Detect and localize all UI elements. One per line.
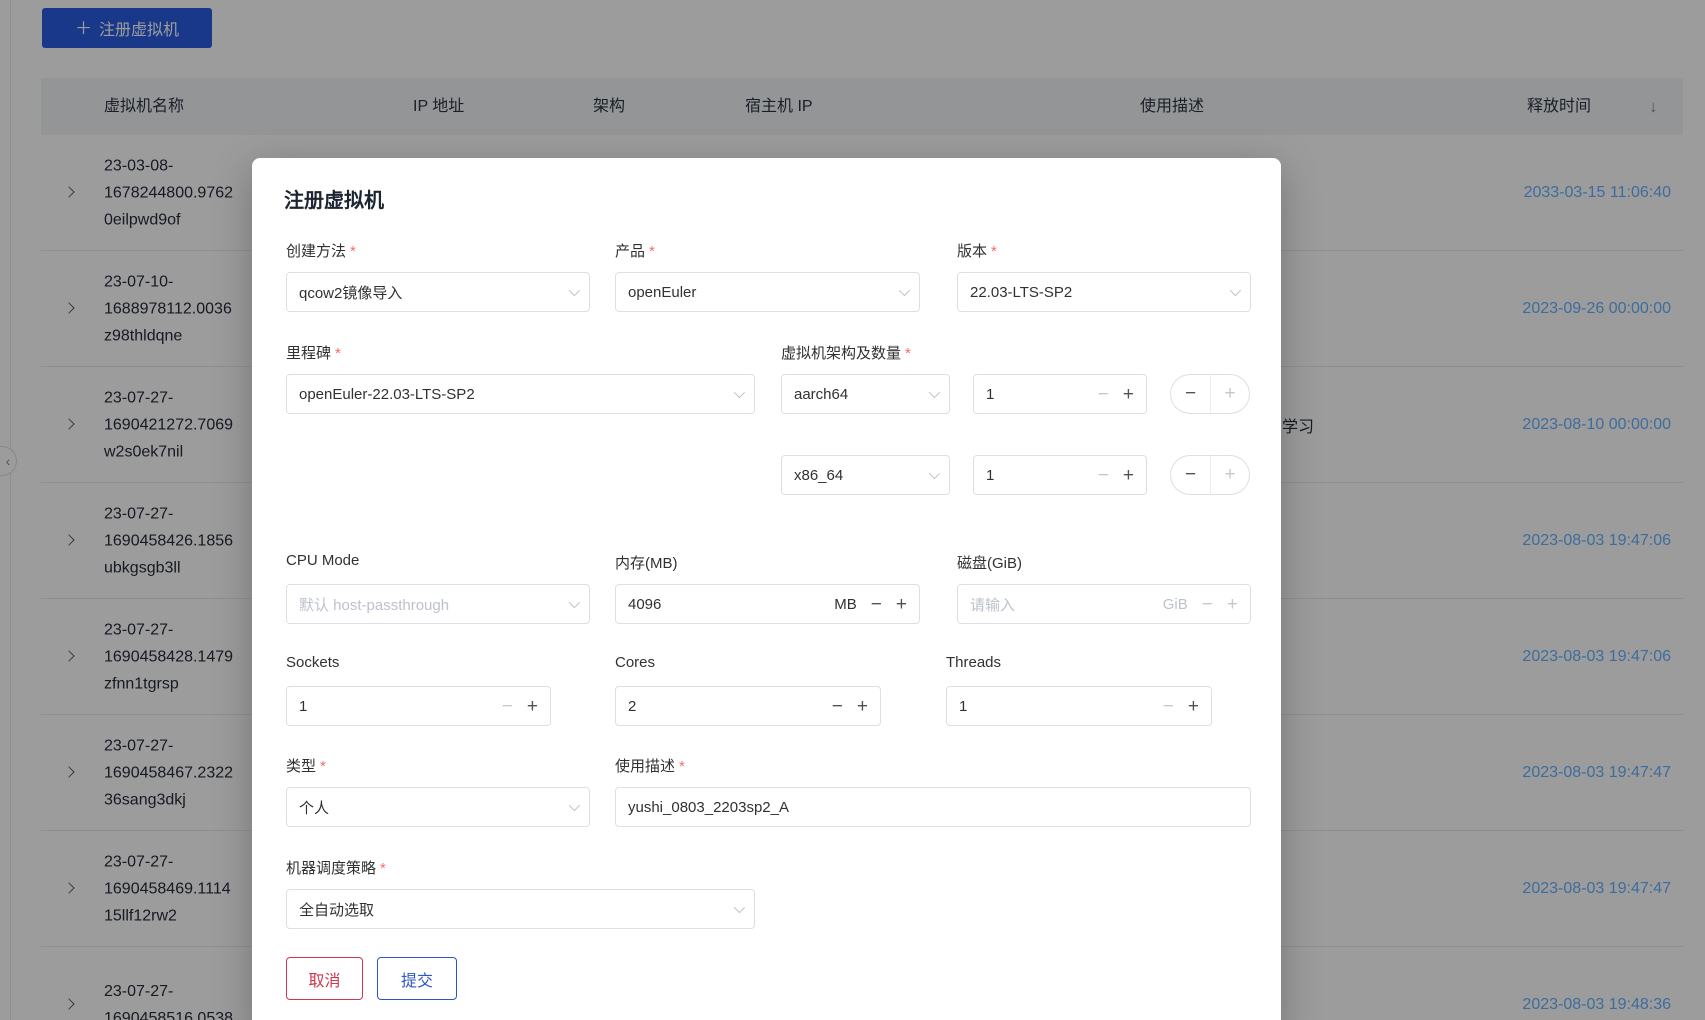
milestone-select[interactable]: openEuler-22.03-LTS-SP2 — [286, 374, 755, 414]
disk-unit: GiB — [1162, 595, 1188, 613]
arch-select-1[interactable]: aarch64 — [781, 374, 950, 414]
chevron-down-icon — [568, 596, 581, 609]
arch-row-buttons: − + — [1170, 374, 1250, 414]
arch-count-input-2[interactable]: 1 − + — [973, 455, 1147, 495]
increase-icon[interactable]: + — [857, 697, 868, 716]
create-method-select[interactable]: qcow2镜像导入 — [286, 272, 590, 312]
chevron-down-icon — [928, 386, 941, 399]
cores-input[interactable]: 2 − + — [615, 686, 881, 726]
add-arch-row-button[interactable]: + — [1210, 455, 1250, 495]
field-version: 版本 * 22.03-LTS-SP2 — [957, 240, 1251, 312]
decrease-icon[interactable]: − — [502, 697, 513, 716]
field-label: Sockets — [286, 654, 340, 671]
sockets-input[interactable]: 1 − + — [286, 686, 551, 726]
field-cpu-mode: CPU Mode 默认 host-passthrough — [286, 552, 590, 624]
chevron-down-icon — [733, 901, 746, 914]
field-product: 产品 * openEuler — [615, 240, 920, 312]
chevron-down-icon — [568, 799, 581, 812]
decrease-icon[interactable]: − — [871, 595, 882, 614]
field-cores: Cores 2 − + — [615, 654, 881, 726]
required-mark: * — [649, 243, 655, 260]
decrease-icon[interactable]: − — [1202, 595, 1213, 614]
field-milestone: 里程碑 * openEuler-22.03-LTS-SP2 — [286, 342, 755, 414]
chevron-down-icon — [568, 284, 581, 297]
decrease-icon[interactable]: − — [1098, 466, 1109, 485]
schedule-policy-select[interactable]: 全自动选取 — [286, 889, 755, 929]
increase-icon[interactable]: + — [1188, 697, 1199, 716]
field-description: 使用描述 * yushi_0803_2203sp2_A — [615, 755, 1251, 827]
increase-icon[interactable]: + — [527, 697, 538, 716]
arch-select-2[interactable]: x86_64 — [781, 455, 950, 495]
remove-arch-row-button[interactable]: − — [1170, 455, 1210, 495]
field-label: CPU Mode — [286, 552, 360, 569]
cancel-button[interactable]: 取消 — [286, 957, 363, 1000]
field-label: Threads — [946, 654, 1002, 671]
increase-icon[interactable]: + — [1123, 466, 1134, 485]
field-label: 使用描述 — [615, 758, 676, 775]
cpu-mode-select[interactable]: 默认 host-passthrough — [286, 584, 590, 624]
field-label: Cores — [615, 654, 656, 671]
chevron-down-icon — [898, 284, 911, 297]
required-mark: * — [380, 860, 386, 877]
arch-row-buttons: − + — [1170, 455, 1250, 495]
version-select[interactable]: 22.03-LTS-SP2 — [957, 272, 1251, 312]
field-memory: 内存(MB) 4096 MB − + — [615, 552, 920, 624]
field-label: 里程碑 — [286, 345, 332, 362]
memory-unit: MB — [834, 595, 857, 613]
product-select[interactable]: openEuler — [615, 272, 920, 312]
field-label: 磁盘(GiB) — [957, 555, 1022, 572]
field-sockets: Sockets 1 − + — [286, 654, 551, 726]
memory-input[interactable]: 4096 MB − + — [615, 584, 920, 624]
field-label: 机器调度策略 — [286, 860, 377, 877]
field-schedule-policy: 机器调度策略 * 全自动选取 — [286, 857, 755, 929]
remove-arch-row-button[interactable]: − — [1170, 374, 1210, 414]
field-type: 类型 * 个人 — [286, 755, 590, 827]
required-mark: * — [335, 345, 341, 362]
add-arch-row-button[interactable]: + — [1210, 374, 1250, 414]
submit-button[interactable]: 提交 — [377, 957, 457, 1000]
type-select[interactable]: 个人 — [286, 787, 590, 827]
required-mark: * — [991, 243, 997, 260]
required-mark: * — [679, 758, 685, 775]
increase-icon[interactable]: + — [1123, 385, 1134, 404]
decrease-icon[interactable]: − — [832, 697, 843, 716]
increase-icon[interactable]: + — [896, 595, 907, 614]
field-label: 产品 — [615, 243, 646, 260]
threads-input[interactable]: 1 − + — [946, 686, 1212, 726]
modal-title: 注册虚拟机 — [284, 190, 384, 212]
field-threads: Threads 1 − + — [946, 654, 1212, 726]
register-vm-modal: 注册虚拟机 创建方法 * qcow2镜像导入 产品 * openEuler 版本 * … — [252, 158, 1281, 1020]
decrease-icon[interactable]: − — [1098, 385, 1109, 404]
arch-count-input-1[interactable]: 1 − + — [973, 374, 1147, 414]
field-arch-2: x86_64 1 − + − + — [781, 455, 1251, 495]
field-label: 内存(MB) — [615, 555, 678, 572]
required-mark: * — [320, 758, 326, 775]
chevron-down-icon — [928, 467, 941, 480]
required-mark: * — [350, 243, 356, 260]
field-label: 版本 — [957, 243, 988, 260]
increase-icon[interactable]: + — [1227, 595, 1238, 614]
decrease-icon[interactable]: − — [1163, 697, 1174, 716]
field-arch-1: 虚拟机架构及数量 * aarch64 1 − + − + — [781, 342, 1251, 414]
field-label: 类型 — [286, 758, 317, 775]
field-label: 虚拟机架构及数量 — [781, 345, 902, 362]
chevron-down-icon — [1229, 284, 1242, 297]
field-create-method: 创建方法 * qcow2镜像导入 — [286, 240, 590, 312]
field-disk: 磁盘(GiB) 请输入 GiB − + — [957, 552, 1251, 624]
field-label: 创建方法 — [286, 243, 347, 260]
required-mark: * — [905, 345, 911, 362]
disk-input[interactable]: 请输入 GiB − + — [957, 584, 1251, 624]
description-input[interactable]: yushi_0803_2203sp2_A — [615, 787, 1251, 827]
chevron-down-icon — [733, 386, 746, 399]
